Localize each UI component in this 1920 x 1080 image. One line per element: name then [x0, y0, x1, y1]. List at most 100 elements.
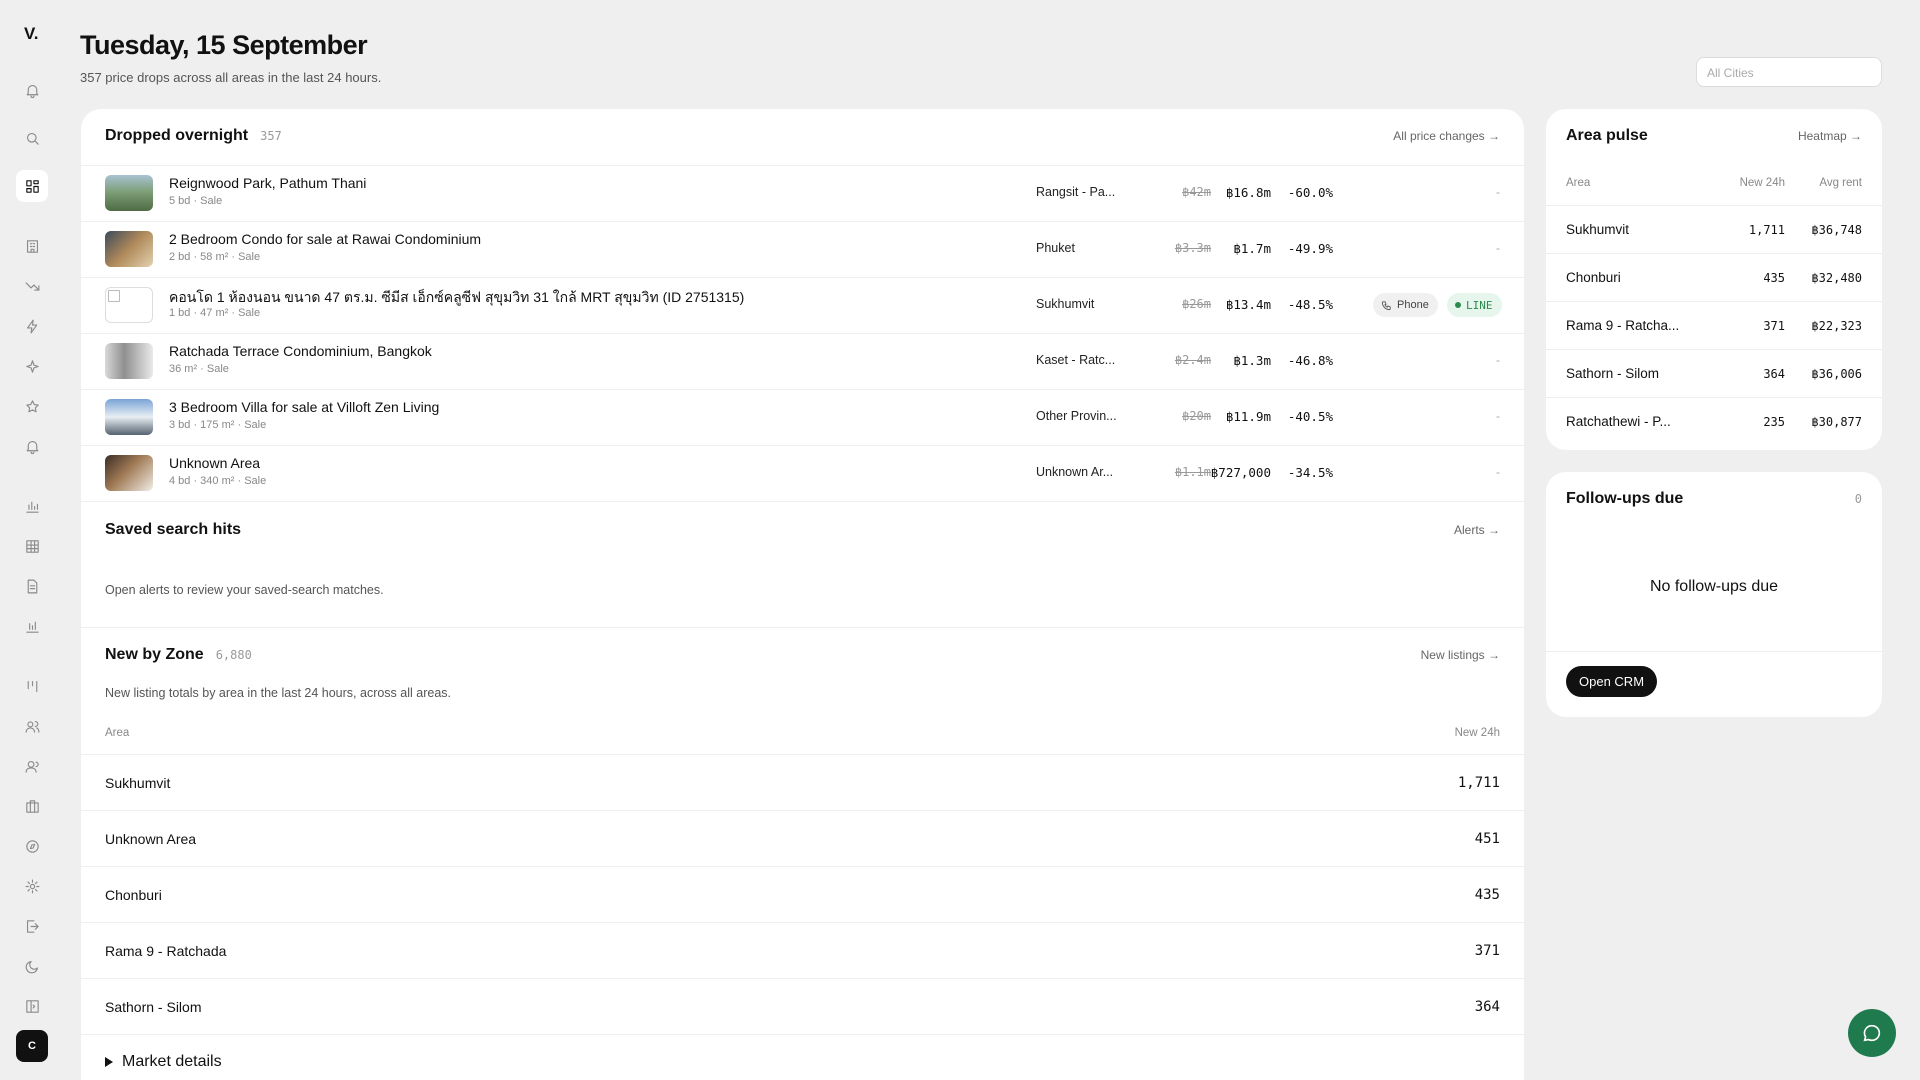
listing-title[interactable]: Reignwood Park, Pathum Thani — [169, 175, 366, 191]
listing-meta: 2 bd · 58 m² · Sale — [169, 251, 261, 263]
contact-empty: - — [1496, 409, 1500, 423]
chat-icon — [1863, 1024, 1881, 1042]
zone-row[interactable]: Sukhumvit 1,711 — [81, 754, 1524, 810]
search-icon[interactable] — [16, 122, 48, 154]
pulse-row[interactable]: Rama 9 - Ratcha... 371 ฿22,323 — [1546, 301, 1882, 349]
dashboard-icon[interactable] — [16, 170, 48, 202]
listing-area: Rangsit - Pa... — [1036, 185, 1116, 199]
listing-title[interactable]: Ratchada Terrace Condominium, Bangkok — [169, 343, 432, 359]
zone-row[interactable]: Rama 9 - Ratchada 371 — [81, 922, 1524, 978]
sparkles-icon[interactable] — [16, 350, 48, 382]
pulse-title: Area pulse — [1566, 127, 1648, 144]
listing-thumbnail — [105, 343, 153, 379]
table-row[interactable]: Ratchada Terrace Condominium, Bangkok 36… — [81, 333, 1524, 389]
pulse-rent: ฿36,748 — [1811, 223, 1862, 237]
all-price-changes-link[interactable]: All price changes → — [1393, 129, 1500, 143]
listing-meta: 1 bd · 47 m² · Sale — [169, 307, 261, 319]
pulse-rent: ฿32,480 — [1811, 271, 1862, 285]
users-icon[interactable] — [16, 710, 48, 742]
area-pulse-card: Area pulse Heatmap → Area New 24h Avg re… — [1546, 109, 1882, 450]
pulse-rent: ฿30,877 — [1811, 415, 1862, 429]
table-row[interactable]: คอนโด 1 ห้องนอน ขนาด 47 ตร.ม. ซีมีส เอ็ก… — [81, 277, 1524, 333]
open-crm-button[interactable]: Open CRM — [1566, 666, 1658, 697]
contacts-icon[interactable] — [16, 750, 48, 782]
pulse-row[interactable]: Chonburi 435 ฿32,480 — [1546, 253, 1882, 301]
new-price: ฿13.4m — [1225, 297, 1271, 312]
zone-count: 6,880 — [215, 648, 252, 662]
dropped-header: Dropped overnight 357 All price changes … — [105, 127, 1500, 145]
contact-empty: - — [1496, 465, 1500, 479]
listing-area: Other Provin... — [1036, 409, 1117, 423]
pulse-area: Ratchathewi - P... — [1566, 414, 1671, 429]
zone-value: 1,711 — [1457, 775, 1500, 791]
phone-label: Phone — [1397, 299, 1429, 311]
listing-meta: 4 bd · 340 m² · Sale — [169, 475, 267, 487]
building-icon[interactable] — [16, 230, 48, 262]
divider — [1546, 651, 1882, 652]
zone-value: 451 — [1474, 831, 1500, 847]
pulse-col-rent: Avg rent — [1819, 177, 1862, 189]
document-icon[interactable] — [16, 570, 48, 602]
old-price: ฿1.1m — [1174, 465, 1211, 479]
bell-icon[interactable] — [16, 74, 48, 106]
chart-icon[interactable] — [16, 610, 48, 642]
listing-title[interactable]: 2 Bedroom Condo for sale at Rawai Condom… — [169, 231, 481, 247]
old-price: ฿20m — [1182, 409, 1211, 423]
pulse-row[interactable]: Sathorn - Silom 364 ฿36,006 — [1546, 349, 1882, 397]
col-area: Area — [105, 727, 130, 739]
dropped-title: Dropped overnight — [105, 127, 249, 144]
avatar[interactable]: C — [16, 1030, 48, 1062]
saved-header: Saved search hits Alerts → — [105, 521, 1500, 539]
bar-chart-icon[interactable] — [16, 490, 48, 522]
old-price: ฿2.4m — [1174, 353, 1211, 367]
pulse-area: Sukhumvit — [1566, 222, 1630, 237]
bell-ring-icon[interactable] — [16, 430, 48, 462]
zone-text: New listing totals by area in the last 2… — [105, 686, 452, 700]
zone-value: 435 — [1474, 887, 1500, 903]
chat-button[interactable] — [1848, 1009, 1896, 1057]
old-price: ฿42m — [1182, 185, 1211, 199]
listing-title[interactable]: คอนโด 1 ห้องนอน ขนาด 47 ตร.ม. ซีมีส เอ็ก… — [169, 287, 744, 309]
kanban-icon[interactable] — [16, 670, 48, 702]
city-select[interactable]: All Cities — [1696, 57, 1882, 87]
logout-icon[interactable] — [16, 910, 48, 942]
zone-row[interactable]: Sathorn - Silom 364 — [81, 978, 1524, 1034]
alerts-link[interactable]: Alerts → — [1454, 523, 1500, 537]
zone-row[interactable]: Chonburi 435 — [81, 866, 1524, 922]
pulse-new: 435 — [1763, 271, 1785, 285]
moon-icon[interactable] — [16, 950, 48, 982]
brand-logo[interactable]: V. — [24, 24, 39, 44]
contact-empty: - — [1496, 353, 1500, 367]
table-row[interactable]: Reignwood Park, Pathum Thani 5 bd · Sale… — [81, 165, 1524, 221]
zone-row[interactable]: Unknown Area 451 — [81, 810, 1524, 866]
star-icon[interactable] — [16, 390, 48, 422]
pulse-row[interactable]: Sukhumvit 1,711 ฿36,748 — [1546, 205, 1882, 253]
zone-value: 371 — [1474, 943, 1500, 959]
broken-image-icon — [105, 287, 153, 323]
table-row[interactable]: 3 Bedroom Villa for sale at Villoft Zen … — [81, 389, 1524, 445]
saved-title: Saved search hits — [105, 521, 242, 538]
heatmap-link[interactable]: Heatmap → — [1798, 129, 1862, 143]
sidebar-toggle-icon[interactable] — [16, 990, 48, 1022]
pulse-area: Sathorn - Silom — [1566, 366, 1660, 381]
price-change: -40.5% — [1287, 409, 1333, 424]
listing-title[interactable]: 3 Bedroom Villa for sale at Villoft Zen … — [169, 399, 439, 415]
compass-icon[interactable] — [16, 830, 48, 862]
briefcase-icon[interactable] — [16, 790, 48, 822]
pulse-row[interactable]: Ratchathewi - P... 235 ฿30,877 — [1546, 397, 1882, 445]
settings-icon[interactable] — [16, 870, 48, 902]
followups-empty: No follow-ups due — [1649, 578, 1779, 595]
phone-button[interactable]: Phone — [1373, 293, 1438, 317]
table-row[interactable]: Unknown Area 4 bd · 340 m² · Sale Unknow… — [81, 445, 1524, 501]
table-row[interactable]: 2 Bedroom Condo for sale at Rawai Condom… — [81, 221, 1524, 277]
line-button[interactable]: LINE — [1447, 293, 1502, 317]
price-change: -48.5% — [1287, 297, 1333, 312]
market-details-toggle[interactable]: Market details — [105, 1053, 222, 1071]
trending-down-icon[interactable] — [16, 270, 48, 302]
grid-icon[interactable] — [16, 530, 48, 562]
listing-title[interactable]: Unknown Area — [169, 455, 260, 471]
new-listings-link[interactable]: New listings → — [1421, 648, 1500, 662]
zap-icon[interactable] — [16, 310, 48, 342]
main-card: Dropped overnight 357 All price changes … — [81, 109, 1524, 1080]
phone-icon — [1381, 300, 1391, 310]
